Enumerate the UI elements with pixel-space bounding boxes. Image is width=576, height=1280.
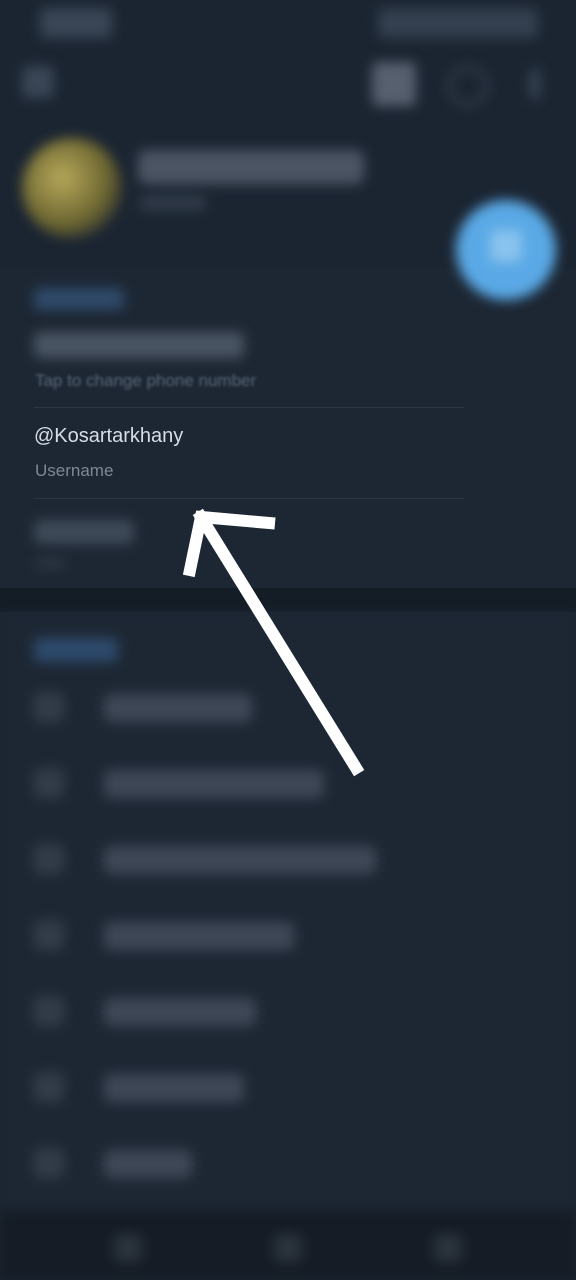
status-time: [40, 8, 112, 38]
profile-name: [138, 150, 364, 184]
settings-row-label: [104, 998, 256, 1026]
account-section: Tap to change phone number @Kosartarkhan…: [0, 268, 576, 588]
settings-row[interactable]: [0, 670, 576, 746]
bio-label: [35, 558, 65, 568]
navigation-bar: [0, 1212, 576, 1280]
settings-row-icon: [34, 1072, 64, 1102]
phone-number[interactable]: [34, 332, 244, 358]
settings-row-label: [104, 1074, 244, 1102]
more-vertical-icon[interactable]: [530, 68, 540, 100]
settings-section-title: [34, 638, 118, 662]
search-icon[interactable]: [448, 66, 488, 106]
profile-status: [140, 196, 206, 210]
settings-row-label: [104, 1150, 192, 1178]
status-bar: [0, 0, 576, 48]
settings-row[interactable]: [0, 974, 576, 1050]
divider: [34, 407, 464, 408]
status-icons: [378, 8, 538, 38]
settings-row-label: [104, 922, 294, 950]
username-label: Username: [35, 461, 114, 480]
app-bar: [0, 48, 576, 118]
settings-row-icon: [34, 920, 64, 950]
camera-icon: [490, 230, 522, 262]
qr-code-icon[interactable]: [372, 62, 416, 106]
settings-row-icon: [34, 844, 64, 874]
username-value[interactable]: @Kosartarkhany: [34, 425, 183, 448]
section-gap: [0, 588, 576, 612]
account-section-title: [34, 288, 124, 310]
settings-row[interactable]: [0, 898, 576, 974]
settings-section: [0, 612, 576, 1212]
settings-row-label: [104, 694, 252, 722]
divider: [34, 498, 464, 499]
settings-row[interactable]: [0, 1126, 576, 1202]
nav-home-icon[interactable]: [274, 1234, 302, 1262]
hamburger-icon[interactable]: [22, 66, 54, 98]
settings-row-icon: [34, 692, 64, 722]
settings-row-label: [104, 770, 324, 798]
settings-row-icon: [34, 1148, 64, 1178]
settings-row[interactable]: [0, 1050, 576, 1126]
settings-row[interactable]: [0, 822, 576, 898]
settings-row-icon: [34, 768, 64, 798]
phone-hint: Tap to change phone number: [35, 371, 257, 390]
nav-recents-icon[interactable]: [434, 1234, 462, 1262]
settings-row[interactable]: [0, 746, 576, 822]
settings-row-icon: [34, 996, 64, 1026]
bio-value[interactable]: [34, 520, 134, 544]
nav-back-icon[interactable]: [114, 1234, 142, 1262]
avatar[interactable]: [22, 138, 122, 238]
settings-row-label: [104, 846, 376, 874]
